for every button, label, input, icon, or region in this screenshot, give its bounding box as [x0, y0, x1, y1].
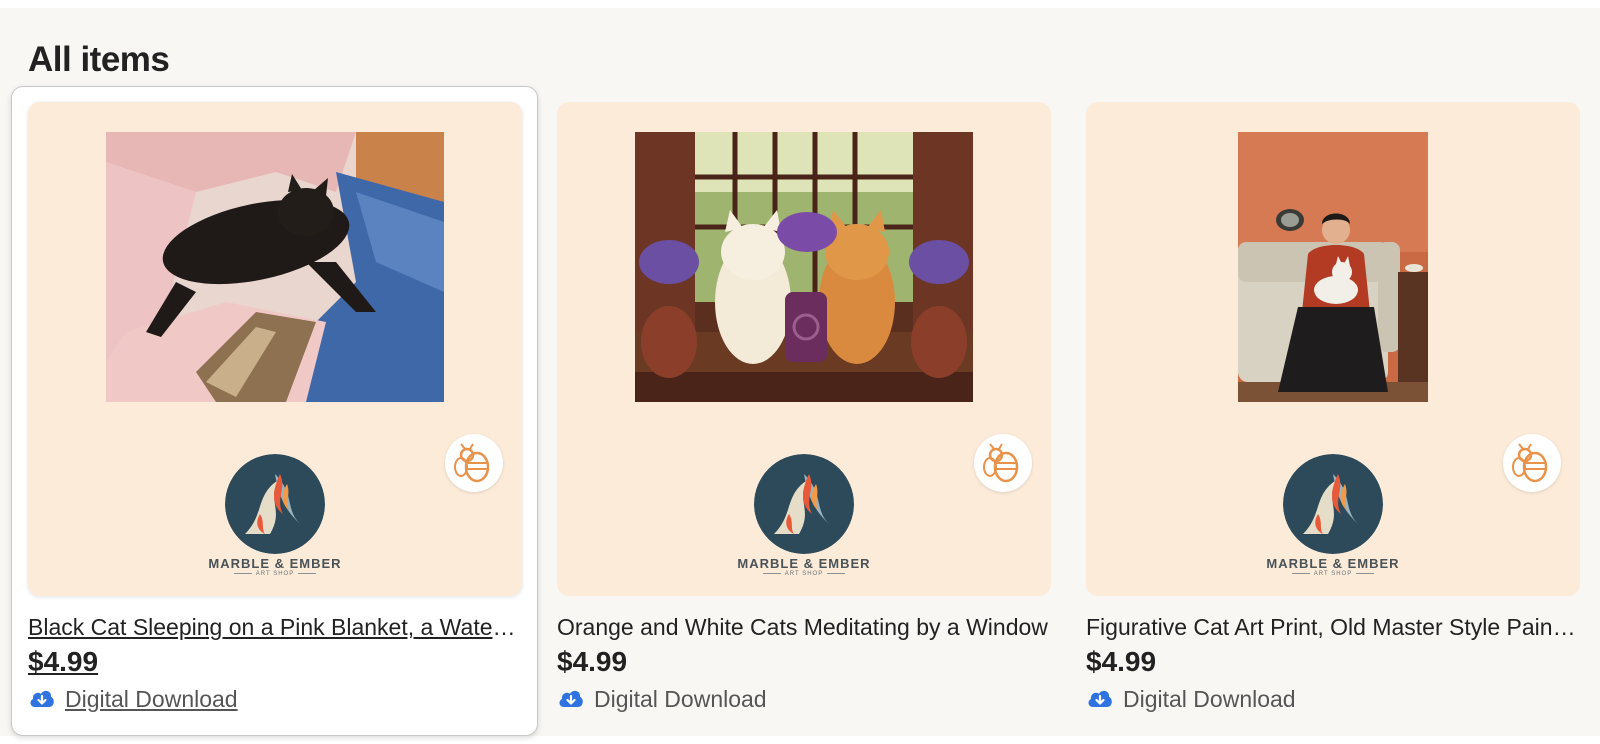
- artwork-image: [106, 132, 444, 402]
- bee-badge-icon: [445, 434, 503, 492]
- listing-price: $4.99: [557, 646, 628, 677]
- shop-logo-icon: [1283, 454, 1383, 554]
- listing-card[interactable]: MARBLE & EMBER ART SHOP Orange and White…: [557, 102, 1051, 722]
- listing-price: $4.99: [1086, 646, 1157, 677]
- section-heading: All items: [28, 40, 170, 79]
- listing-title[interactable]: Black Cat Sleeping on a Pink Blanket, a …: [28, 614, 522, 641]
- listing-card[interactable]: MARBLE & EMBER ART SHOP Figurative Cat A…: [1086, 102, 1580, 722]
- listing-title[interactable]: Orange and White Cats Meditating by a Wi…: [557, 614, 1051, 641]
- digital-download-tag: Digital Download: [1086, 684, 1296, 714]
- listing-title[interactable]: Figurative Cat Art Print, Old Master Sty…: [1086, 614, 1580, 641]
- shop-logo-name: MARBLE & EMBER: [1266, 556, 1400, 571]
- listing-thumbnail[interactable]: MARBLE & EMBER ART SHOP: [1086, 102, 1580, 596]
- digital-download-label: Digital Download: [594, 685, 767, 712]
- listing-thumbnail[interactable]: MARBLE & EMBER ART SHOP: [557, 102, 1051, 596]
- shop-logo-icon: [754, 454, 854, 554]
- listing-card[interactable]: MARBLE & EMBER ART SHOP Black Cat Sleepi…: [28, 102, 522, 722]
- shop-logo-icon: [225, 454, 325, 554]
- shop-logo-tagline: ART SHOP: [557, 571, 1051, 577]
- digital-download-label: Digital Download: [65, 685, 238, 712]
- cloud-download-icon: [1088, 690, 1112, 707]
- shop-logo-name: MARBLE & EMBER: [208, 556, 342, 571]
- listing-thumbnail[interactable]: MARBLE & EMBER ART SHOP: [28, 102, 522, 596]
- shop-logo-tagline: ART SHOP: [28, 571, 522, 577]
- bee-badge-icon: [974, 434, 1032, 492]
- digital-download-tag: Digital Download: [557, 684, 767, 714]
- shop-logo-name: MARBLE & EMBER: [737, 556, 871, 571]
- shop-logo-tagline: ART SHOP: [1086, 571, 1580, 577]
- digital-download-tag: Digital Download: [28, 684, 238, 714]
- cloud-download-icon: [30, 690, 54, 707]
- listing-price: $4.99: [28, 646, 99, 677]
- digital-download-label: Digital Download: [1123, 685, 1296, 712]
- artwork-image: [1238, 132, 1428, 402]
- cloud-download-icon: [559, 690, 583, 707]
- bee-badge-icon: [1503, 434, 1561, 492]
- artwork-image: [635, 132, 973, 402]
